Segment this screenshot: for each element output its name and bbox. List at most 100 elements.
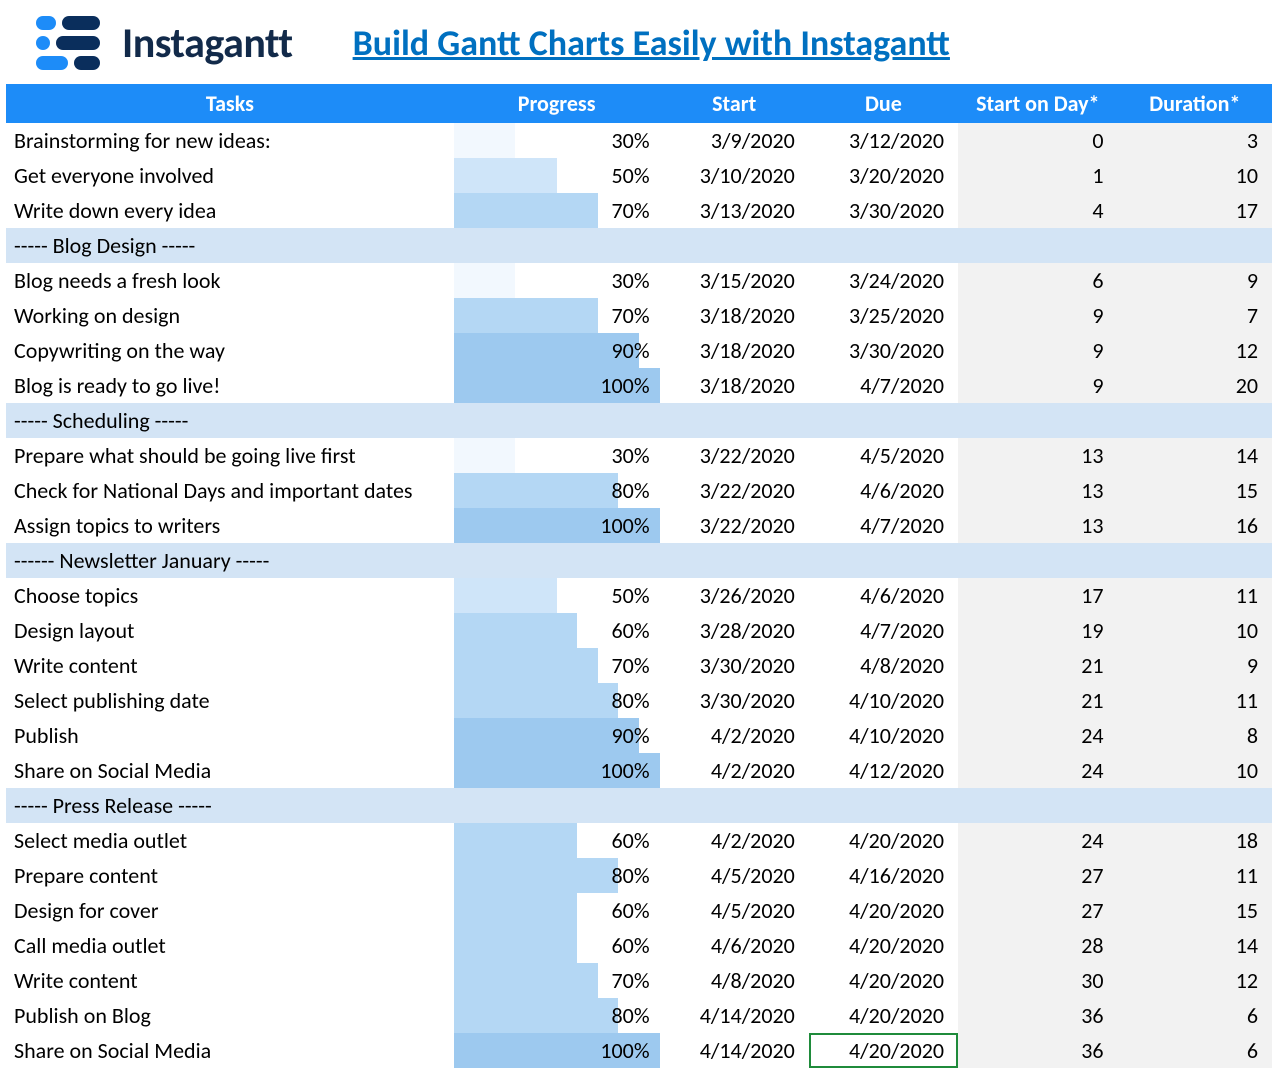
cell-progress[interactable]: 100% (454, 753, 660, 788)
cell-due[interactable]: 4/20/2020 (809, 998, 958, 1033)
cell-duration[interactable]: 9 (1118, 263, 1272, 298)
cell-task[interactable]: Publish (6, 718, 454, 753)
cell-due[interactable]: 4/7/2020 (809, 368, 958, 403)
cell-progress[interactable]: 70% (454, 963, 660, 998)
cell-task[interactable]: Assign topics to writers (6, 508, 454, 543)
cell-start-on-day[interactable]: 4 (958, 193, 1118, 228)
cell-start-on-day[interactable]: 1 (958, 158, 1118, 193)
cell-start-on-day[interactable]: 24 (958, 823, 1118, 858)
cell-start[interactable]: 4/2/2020 (660, 718, 809, 753)
cell-duration[interactable]: 6 (1118, 998, 1272, 1033)
cell-start-on-day[interactable]: 6 (958, 263, 1118, 298)
cell-task[interactable]: Share on Social Media (6, 1033, 454, 1068)
cell-task[interactable]: Working on design (6, 298, 454, 333)
cell-start[interactable]: 3/9/2020 (660, 123, 809, 158)
cell-task[interactable]: Design layout (6, 613, 454, 648)
cell-task[interactable]: Brainstorming for new ideas: (6, 123, 454, 158)
cell-task[interactable]: Get everyone involved (6, 158, 454, 193)
cell-start-on-day[interactable]: 36 (958, 1033, 1118, 1068)
cell-progress[interactable]: 80% (454, 858, 660, 893)
cell-start-on-day[interactable]: 0 (958, 123, 1118, 158)
section-label[interactable]: ----- Press Release ----- (6, 788, 1272, 823)
cell-due[interactable]: 4/7/2020 (809, 508, 958, 543)
cell-task[interactable]: Choose topics (6, 578, 454, 613)
cell-start[interactable]: 4/14/2020 (660, 998, 809, 1033)
cell-start[interactable]: 4/8/2020 (660, 963, 809, 998)
cell-due[interactable]: 4/20/2020 (809, 1033, 958, 1068)
cell-duration[interactable]: 11 (1118, 858, 1272, 893)
cell-duration[interactable]: 7 (1118, 298, 1272, 333)
col-header-start-on-day[interactable]: Start on Day* (958, 84, 1118, 123)
cell-duration[interactable]: 12 (1118, 333, 1272, 368)
cell-start-on-day[interactable]: 24 (958, 753, 1118, 788)
cell-task[interactable]: Copywriting on the way (6, 333, 454, 368)
cell-start-on-day[interactable]: 21 (958, 648, 1118, 683)
cell-start[interactable]: 3/22/2020 (660, 508, 809, 543)
title-link[interactable]: Build Gantt Charts Easily with Instagant… (353, 21, 950, 65)
cell-due[interactable]: 4/6/2020 (809, 578, 958, 613)
cell-start-on-day[interactable]: 24 (958, 718, 1118, 753)
cell-progress[interactable]: 80% (454, 998, 660, 1033)
cell-due[interactable]: 4/8/2020 (809, 648, 958, 683)
cell-task[interactable]: Check for National Days and important da… (6, 473, 454, 508)
cell-duration[interactable]: 11 (1118, 683, 1272, 718)
cell-progress[interactable]: 100% (454, 368, 660, 403)
cell-progress[interactable]: 90% (454, 333, 660, 368)
cell-start[interactable]: 3/22/2020 (660, 473, 809, 508)
cell-start-on-day[interactable]: 13 (958, 473, 1118, 508)
cell-start[interactable]: 3/28/2020 (660, 613, 809, 648)
cell-start[interactable]: 4/2/2020 (660, 753, 809, 788)
cell-progress[interactable]: 70% (454, 298, 660, 333)
cell-start-on-day[interactable]: 27 (958, 858, 1118, 893)
col-header-start[interactable]: Start (660, 84, 809, 123)
col-header-due[interactable]: Due (809, 84, 958, 123)
cell-due[interactable]: 4/10/2020 (809, 683, 958, 718)
cell-due[interactable]: 3/25/2020 (809, 298, 958, 333)
cell-due[interactable]: 3/30/2020 (809, 193, 958, 228)
cell-progress[interactable]: 60% (454, 928, 660, 963)
cell-start-on-day[interactable]: 9 (958, 298, 1118, 333)
cell-start-on-day[interactable]: 13 (958, 508, 1118, 543)
cell-task[interactable]: Select media outlet (6, 823, 454, 858)
col-header-duration[interactable]: Duration* (1118, 84, 1272, 123)
cell-task[interactable]: Prepare what should be going live first (6, 438, 454, 473)
cell-duration[interactable]: 10 (1118, 613, 1272, 648)
cell-task[interactable]: Design for cover (6, 893, 454, 928)
cell-start[interactable]: 4/6/2020 (660, 928, 809, 963)
cell-start[interactable]: 3/26/2020 (660, 578, 809, 613)
cell-duration[interactable]: 12 (1118, 963, 1272, 998)
cell-start[interactable]: 3/18/2020 (660, 333, 809, 368)
cell-due[interactable]: 4/20/2020 (809, 963, 958, 998)
cell-duration[interactable]: 14 (1118, 928, 1272, 963)
cell-progress[interactable]: 30% (454, 123, 660, 158)
cell-task[interactable]: Publish on Blog (6, 998, 454, 1033)
cell-task[interactable]: Blog is ready to go live! (6, 368, 454, 403)
cell-duration[interactable]: 10 (1118, 753, 1272, 788)
cell-progress[interactable]: 100% (454, 1033, 660, 1068)
cell-start[interactable]: 3/10/2020 (660, 158, 809, 193)
cell-start-on-day[interactable]: 21 (958, 683, 1118, 718)
cell-duration[interactable]: 11 (1118, 578, 1272, 613)
cell-progress[interactable]: 60% (454, 823, 660, 858)
col-header-progress[interactable]: Progress (454, 84, 660, 123)
cell-duration[interactable]: 15 (1118, 893, 1272, 928)
cell-start-on-day[interactable]: 30 (958, 963, 1118, 998)
cell-progress[interactable]: 60% (454, 893, 660, 928)
cell-duration[interactable]: 6 (1118, 1033, 1272, 1068)
cell-due[interactable]: 4/7/2020 (809, 613, 958, 648)
cell-task[interactable]: Write down every idea (6, 193, 454, 228)
cell-progress[interactable]: 50% (454, 578, 660, 613)
cell-progress[interactable]: 30% (454, 438, 660, 473)
cell-start[interactable]: 3/13/2020 (660, 193, 809, 228)
cell-task[interactable]: Write content (6, 963, 454, 998)
cell-progress[interactable]: 50% (454, 158, 660, 193)
cell-duration[interactable]: 18 (1118, 823, 1272, 858)
cell-start[interactable]: 4/5/2020 (660, 893, 809, 928)
section-label[interactable]: ------ Newsletter January ----- (6, 543, 1272, 578)
cell-due[interactable]: 3/20/2020 (809, 158, 958, 193)
cell-due[interactable]: 3/24/2020 (809, 263, 958, 298)
cell-due[interactable]: 3/30/2020 (809, 333, 958, 368)
cell-start-on-day[interactable]: 13 (958, 438, 1118, 473)
cell-task[interactable]: Blog needs a fresh look (6, 263, 454, 298)
cell-due[interactable]: 4/20/2020 (809, 823, 958, 858)
